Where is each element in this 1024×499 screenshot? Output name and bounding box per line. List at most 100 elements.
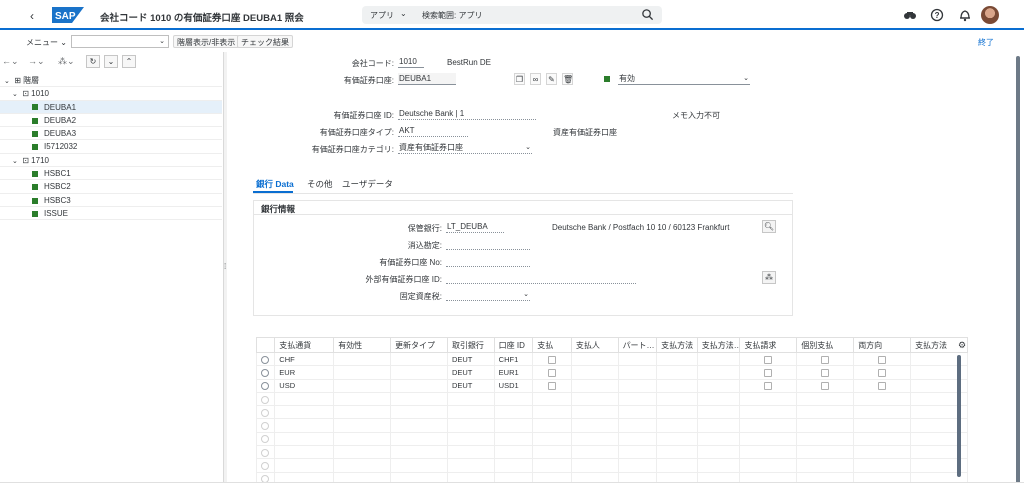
hierarchy-icon[interactable]: ⁂ bbox=[762, 271, 776, 284]
table-scrollbar[interactable] bbox=[957, 355, 961, 477]
filter-icon[interactable]: ⁂⌄ bbox=[58, 56, 75, 67]
column-header[interactable]: 支払請求 bbox=[739, 337, 798, 353]
radio-button[interactable] bbox=[261, 422, 269, 431]
radio-button[interactable] bbox=[261, 462, 269, 471]
tree-item-i5712032[interactable]: I5712032 bbox=[0, 140, 222, 154]
column-header[interactable]: 支払方法… bbox=[696, 337, 741, 353]
radio-button[interactable] bbox=[261, 435, 269, 444]
arrow-right-icon[interactable]: →⌄ bbox=[28, 56, 45, 67]
radio-button[interactable] bbox=[261, 355, 269, 364]
account-id-field[interactable]: Deutsche Bank | 1 bbox=[398, 108, 536, 120]
search-input[interactable]: 検索範囲: アプリ bbox=[422, 10, 482, 21]
table-row[interactable] bbox=[255, 418, 968, 433]
tree-group-1710[interactable]: ⌄ ⊡ 1710 bbox=[0, 154, 222, 168]
table-row[interactable] bbox=[255, 445, 968, 460]
table-row[interactable]: EUR DEUT EUR1 bbox=[255, 365, 968, 380]
search-icon[interactable]: 🔍︎ bbox=[762, 220, 776, 233]
tree-item-deuba1[interactable]: DEUBA1 bbox=[0, 100, 222, 114]
back-icon[interactable]: ‹ bbox=[30, 9, 34, 23]
chevron-down-icon[interactable]: ⌄ bbox=[12, 88, 20, 101]
edit-icon[interactable]: ✎ bbox=[546, 73, 557, 85]
panel-splitter[interactable]: ⁞ bbox=[223, 52, 227, 482]
arrow-left-icon[interactable]: ←⌄ bbox=[2, 56, 19, 67]
tree-item-deuba3[interactable]: DEUBA3 bbox=[0, 127, 222, 141]
check-results-button[interactable]: チェック結果 bbox=[237, 35, 293, 48]
table-row[interactable]: CHF DEUT CHF1 bbox=[255, 351, 968, 367]
checkbox[interactable] bbox=[764, 382, 773, 391]
hierarchy-toggle-button[interactable]: 階層表示/非表示 bbox=[173, 35, 240, 48]
tree-item-hsbc2[interactable]: HSBC2 bbox=[0, 180, 222, 194]
exit-button[interactable]: 終了 bbox=[978, 37, 994, 48]
binoculars-icon[interactable] bbox=[903, 8, 917, 22]
column-header[interactable]: 口座 ID bbox=[493, 337, 534, 353]
checkbox[interactable] bbox=[878, 382, 887, 391]
tree-item-hsbc3[interactable]: HSBC3 bbox=[0, 194, 222, 207]
checkbox[interactable] bbox=[821, 382, 830, 391]
toolbar-dropdown[interactable]: ⌄ bbox=[71, 35, 169, 48]
column-header[interactable]: 両方向 bbox=[853, 337, 912, 353]
search-field[interactable]: アプリ ⌄ 検索範囲: アプリ bbox=[362, 6, 662, 24]
clearing-field[interactable] bbox=[446, 238, 530, 250]
checkbox[interactable] bbox=[548, 368, 557, 377]
checkbox[interactable] bbox=[821, 368, 830, 377]
chevron-down-icon[interactable]: ⌄ bbox=[12, 155, 20, 168]
table-row[interactable] bbox=[255, 391, 968, 407]
checkbox[interactable] bbox=[878, 368, 887, 377]
avatar[interactable] bbox=[981, 6, 999, 24]
search-icon[interactable] bbox=[641, 8, 654, 21]
external-id-field[interactable] bbox=[446, 272, 636, 284]
tab-user-data[interactable]: ユーザデータ bbox=[342, 178, 393, 190]
custodian-field[interactable]: LT_DEUBA bbox=[446, 221, 504, 233]
table-row[interactable] bbox=[255, 458, 968, 473]
account-no-field[interactable] bbox=[446, 255, 530, 267]
help-icon[interactable]: ? bbox=[930, 8, 944, 22]
grip-icon[interactable]: ⁞ bbox=[224, 262, 226, 271]
column-header[interactable]: パート… bbox=[617, 337, 658, 353]
bell-icon[interactable] bbox=[958, 8, 972, 22]
column-header[interactable]: 支払人 bbox=[570, 337, 619, 353]
checkbox[interactable] bbox=[764, 368, 773, 377]
table-row[interactable] bbox=[255, 431, 968, 447]
column-header[interactable]: 支払方法 bbox=[656, 337, 698, 353]
delete-icon[interactable]: 🗑 bbox=[562, 73, 573, 85]
table-row[interactable]: USD DEUT USD1 bbox=[255, 378, 968, 393]
column-header[interactable]: 有効性 bbox=[333, 337, 392, 353]
column-header[interactable]: 支払通貨 bbox=[274, 337, 335, 353]
collapse-all-icon[interactable]: ⌃ bbox=[122, 55, 136, 68]
expand-all-icon[interactable]: ⌄ bbox=[104, 55, 118, 68]
account-type-field[interactable]: AKT bbox=[398, 125, 468, 137]
chevron-down-icon[interactable]: ⌄ bbox=[4, 75, 12, 88]
category-select[interactable]: 資産有価証券口座 ⌄ bbox=[398, 142, 532, 154]
tree-group-1010[interactable]: ⌄ ⊡ 1010 bbox=[0, 87, 222, 101]
radio-button[interactable] bbox=[261, 368, 269, 377]
search-scope[interactable]: アプリ bbox=[370, 10, 394, 21]
menu-button[interactable]: メニュー ⌄ bbox=[26, 37, 67, 48]
copy-icon[interactable]: ❐ bbox=[514, 73, 525, 85]
chevron-down-icon[interactable]: ⌄ bbox=[400, 9, 407, 18]
tree-item-hsbc1[interactable]: HSBC1 bbox=[0, 167, 222, 181]
tree-item-deuba2[interactable]: DEUBA2 bbox=[0, 114, 222, 128]
column-header[interactable]: 更新タイプ bbox=[390, 337, 448, 353]
checkbox[interactable] bbox=[548, 382, 557, 391]
tree-item-issue[interactable]: ISSUE bbox=[0, 207, 222, 221]
status-select[interactable]: 有効 ⌄ bbox=[618, 73, 750, 85]
tab-other[interactable]: その他 bbox=[307, 178, 333, 190]
refresh-icon[interactable]: ↻ bbox=[86, 55, 100, 68]
checkbox[interactable] bbox=[764, 355, 773, 364]
radio-button[interactable] bbox=[261, 395, 269, 404]
checkbox[interactable] bbox=[821, 355, 830, 364]
fixed-asset-select[interactable]: ⌄ bbox=[446, 289, 530, 301]
page-scrollbar[interactable] bbox=[1016, 56, 1020, 486]
radio-button[interactable] bbox=[261, 382, 269, 391]
checkbox[interactable] bbox=[878, 355, 887, 364]
column-header[interactable]: 支払 bbox=[532, 337, 572, 353]
radio-button[interactable] bbox=[261, 408, 269, 417]
settings-icon[interactable]: ⚙ bbox=[958, 340, 966, 351]
column-header[interactable]: 取引銀行 bbox=[446, 337, 495, 353]
checkbox[interactable] bbox=[548, 355, 557, 364]
tree-root[interactable]: ⌄ ⊞ 階層 bbox=[0, 74, 222, 88]
display-icon[interactable]: ∞ bbox=[530, 73, 541, 85]
column-header[interactable]: 個別支払 bbox=[796, 337, 855, 353]
table-row[interactable] bbox=[255, 405, 968, 420]
tab-bank-data[interactable]: 銀行 Data bbox=[256, 178, 294, 190]
